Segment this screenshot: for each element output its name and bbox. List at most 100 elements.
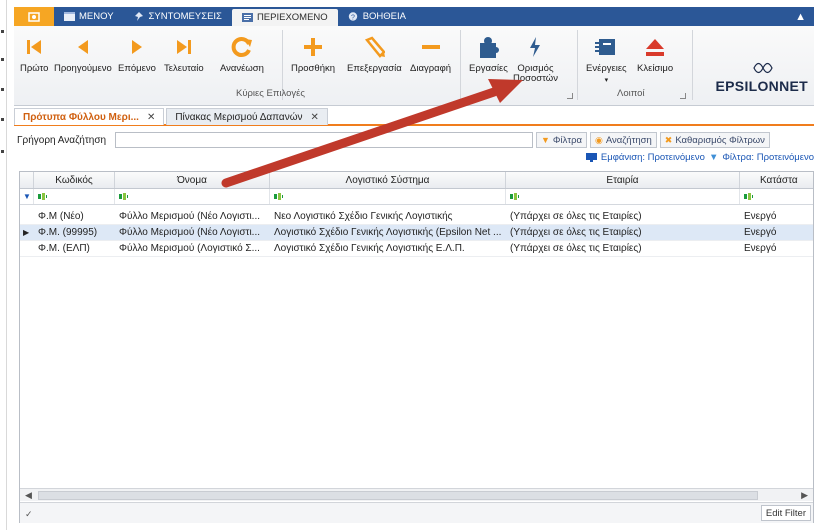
tab-help-label: ΒΟΗΘΕΙΑ xyxy=(362,11,406,22)
edge-mark xyxy=(1,30,4,33)
clear-icon: ✖ xyxy=(664,134,673,145)
cell-accounting-system: Λογιστικό Σχέδιο Γενικής Λογιστικής (Eps… xyxy=(274,227,502,238)
set-percentages-button[interactable]: Ορισμός Ποσοστών xyxy=(513,32,558,84)
logo-name-a: EPSILON xyxy=(715,78,780,94)
edge-mark xyxy=(1,150,4,153)
ribbon-separator xyxy=(460,30,461,100)
close-label: Κλείσιμο xyxy=(637,63,674,74)
cell-company: (Υπάρχει σε όλες τις Εταιρίες) xyxy=(510,211,642,222)
edit-button[interactable]: Επεξεργασία xyxy=(347,32,402,74)
group-dialog-launcher[interactable] xyxy=(680,93,686,99)
row-indicator-header xyxy=(20,172,34,188)
cell-name: Φύλλο Μερισμού (Νέο Λογιστι... xyxy=(119,227,261,238)
column-header-status[interactable]: Κατάστα xyxy=(740,172,814,188)
grid-header: Κωδικός Όνομα Λογιστικό Σύστημα Εταιρία … xyxy=(20,172,813,189)
filter-condition-icon xyxy=(510,193,519,200)
lightning-icon xyxy=(530,37,541,57)
last-label: Τελευταίο xyxy=(164,63,204,74)
close-tab-icon[interactable]: ✕ xyxy=(311,112,319,123)
scroll-left-icon[interactable]: ◀ xyxy=(25,490,32,501)
left-edge-strip xyxy=(0,0,7,530)
group-dialog-launcher[interactable] xyxy=(567,93,573,99)
next-label: Επόμενο xyxy=(118,63,156,74)
close-tab-icon[interactable]: ✕ xyxy=(147,112,155,123)
ribbon-tab-bar: ΜΕΝΟΥ ΣΥΝΤΟΜΕΥΣΕΙΣ ΠΕΡΙΕΧΟΜΕΝΟ ? ΒΟΗΘΕΙΑ… xyxy=(14,7,814,26)
add-button[interactable]: Προσθήκη xyxy=(291,32,335,74)
filter-cell-company[interactable] xyxy=(506,189,740,204)
refresh-button[interactable]: Ανανέωση xyxy=(220,32,264,74)
horizontal-scrollbar[interactable]: ◀ ▶ xyxy=(20,488,813,501)
refresh-label: Ανανέωση xyxy=(220,63,264,74)
doc-tab-allocation-templates[interactable]: Πρότυπα Φύλλου Μερι... ✕ xyxy=(14,108,165,125)
logo-name-b: NET xyxy=(779,78,808,94)
tasks-button[interactable]: Εργασίες xyxy=(469,32,508,74)
edit-label: Επεξεργασία xyxy=(347,63,402,74)
current-row-indicator-icon: ▶ xyxy=(23,228,30,237)
ribbon-panel: Πρώτο Προηγούμενο Επόμενο Τελευταίο Αναν… xyxy=(14,26,814,106)
tab-help[interactable]: ? ΒΟΗΘΕΙΑ xyxy=(338,7,416,26)
cell-status: Ενεργό xyxy=(744,243,777,254)
tasks-label: Εργασίες xyxy=(469,63,508,74)
next-button[interactable]: Επόμενο xyxy=(118,32,156,74)
ribbon-separator xyxy=(692,30,693,100)
delete-button[interactable]: Διαγραφή xyxy=(410,32,451,74)
filter-cell-status[interactable] xyxy=(740,189,814,204)
close-button[interactable]: Κλείσιμο xyxy=(637,32,673,74)
actions-button[interactable]: Ενέργειες ▾ xyxy=(586,32,627,86)
filter-cell-accounting-system[interactable] xyxy=(270,189,506,204)
cell-status: Ενεργό xyxy=(744,227,777,238)
column-header-name[interactable]: Όνομα xyxy=(115,172,270,188)
scrollbar-thumb[interactable] xyxy=(38,491,758,500)
quick-search-input[interactable] xyxy=(115,132,533,148)
cell-accounting-system: Νεο Λογιστικό Σχέδιο Γενικής Λογιστικής xyxy=(274,211,453,222)
cell-company: (Υπάρχει σε όλες τις Εταιρίες) xyxy=(510,227,642,238)
table-row-selected[interactable]: ▶ Φ.Μ. (99995) Φύλλο Μερισμού (Νέο Λογισ… xyxy=(20,225,813,241)
filter-cell-name[interactable] xyxy=(115,189,270,204)
app-menu-button[interactable] xyxy=(14,7,54,26)
pin-icon xyxy=(134,12,143,21)
plus-icon xyxy=(304,38,322,56)
actions-icon xyxy=(595,39,616,55)
monitor-icon xyxy=(585,153,597,162)
auto-filter-row: ▼ xyxy=(20,189,813,205)
table-row[interactable]: Φ.Μ. (ΕΛΠ) Φύλλο Μερισμού (Λογιστικό Σ..… xyxy=(20,241,813,257)
tab-menu[interactable]: ΜΕΝΟΥ xyxy=(54,7,124,26)
quick-search-label: Γρήγορη Αναζήτηση xyxy=(17,134,107,146)
set-percentages-label-2: Ποσοστών xyxy=(513,73,558,84)
column-header-code[interactable]: Κωδικός xyxy=(34,172,115,188)
scroll-right-icon[interactable]: ▶ xyxy=(801,490,808,501)
column-header-company[interactable]: Εταιρία xyxy=(506,172,740,188)
filters-button[interactable]: ▼ Φίλτρα xyxy=(536,132,588,148)
tab-shortcuts-label: ΣΥΝΤΟΜΕΥΣΕΙΣ xyxy=(148,11,222,22)
funnel-icon: ▼ xyxy=(541,135,550,145)
tab-content[interactable]: ΠΕΡΙΕΧΟΜΕΝΟ xyxy=(231,9,338,26)
column-header-accounting-system[interactable]: Λογιστικό Σύστημα xyxy=(270,172,506,188)
last-record-icon xyxy=(176,40,191,54)
first-button[interactable]: Πρώτο xyxy=(20,32,48,74)
view-filter-line: Εμφάνιση: Προτεινόμενο ▼ Φίλτρα: Προτειν… xyxy=(585,152,814,163)
doc-tab-label: Πίνακας Μερισμού Δαπανών xyxy=(175,111,303,123)
filter-row-icon: ▼ xyxy=(20,189,34,204)
help-icon: ? xyxy=(348,12,357,21)
table-row[interactable]: Φ.Μ (Νέο) Φύλλο Μερισμού (Νέο Λογιστι...… xyxy=(20,209,813,225)
previous-record-icon xyxy=(77,40,88,54)
previous-button[interactable]: Προηγούμενο xyxy=(54,32,112,74)
collapse-ribbon-icon[interactable]: ▲ xyxy=(795,11,806,23)
clear-filters-label: Καθαρισμός Φίλτρων xyxy=(675,134,765,146)
actions-dropdown-icon: ▾ xyxy=(604,77,609,84)
epsilonnet-logo: EPSILONNET xyxy=(715,62,808,94)
filter-enabled-checkbox[interactable]: ✓ xyxy=(25,509,33,520)
doc-tab-expense-allocation[interactable]: Πίνακας Μερισμού Δαπανών ✕ xyxy=(166,108,328,125)
clear-filters-button[interactable]: ✖ Καθαρισμός Φίλτρων xyxy=(659,132,770,148)
last-button[interactable]: Τελευταίο xyxy=(164,32,204,74)
filters-link[interactable]: Φίλτρα: Προτεινόμενο xyxy=(722,152,814,163)
view-link[interactable]: Εμφάνιση: Προτεινόμενο xyxy=(601,152,705,163)
document-tabs: Πρότυπα Φύλλου Μερι... ✕ Πίνακας Μερισμο… xyxy=(14,108,814,126)
filter-condition-icon xyxy=(744,193,753,200)
group-main-label: Κύριες Επιλογές xyxy=(236,88,305,99)
search-button[interactable]: ◉ Αναζήτηση xyxy=(590,132,657,148)
edit-filter-button[interactable]: Edit Filter xyxy=(760,505,811,521)
tab-shortcuts[interactable]: ΣΥΝΤΟΜΕΥΣΕΙΣ xyxy=(124,7,232,26)
filter-cell-code[interactable] xyxy=(34,189,115,204)
app-icon xyxy=(28,11,40,22)
